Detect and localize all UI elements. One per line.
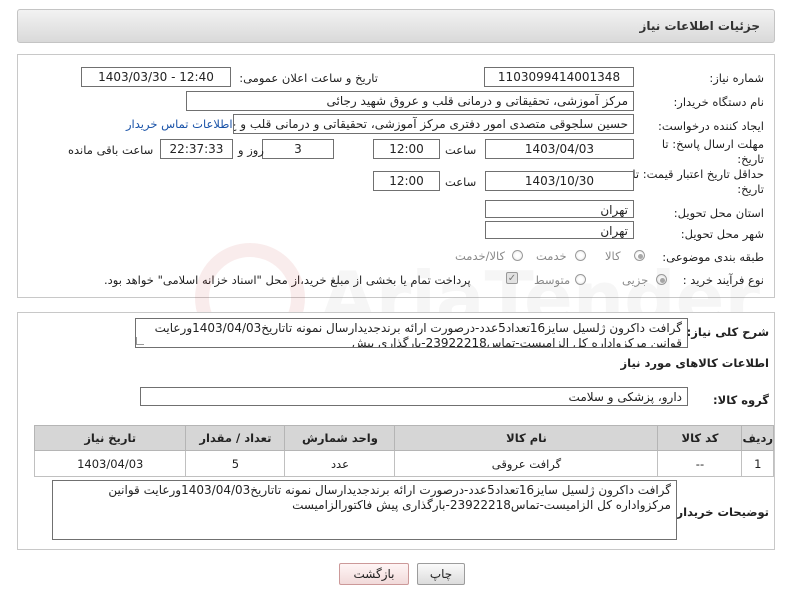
purchase-minor-radio[interactable] xyxy=(656,274,667,285)
city-label: شهر محل تحویل: xyxy=(680,227,764,241)
purchase-medium-label: متوسط xyxy=(534,273,571,287)
category-label: طبقه بندی موضوعی: xyxy=(662,250,764,264)
col-header-need-date: تاریخ نیاز xyxy=(33,425,187,451)
need-number-field[interactable]: 1103099414001348 xyxy=(484,67,634,87)
remaining-time-field[interactable]: 22:37:33 xyxy=(160,139,233,159)
goods-group-field[interactable]: دارو، پزشکی و سلامت xyxy=(140,387,688,406)
col-header-item-name: نام کالا xyxy=(394,425,659,451)
cell-quantity: 5 xyxy=(185,450,286,477)
cell-row-number: 1 xyxy=(741,450,774,477)
category-goods-label: کالا xyxy=(605,249,621,263)
deadline-days-label: روز و xyxy=(238,143,264,157)
buyer-notes-field[interactable]: گرافت داکرون ژلسیل سایز16تعداد5عدد-درصور… xyxy=(52,480,677,540)
creator-field[interactable]: حسین سلجوقی متصدی امور دفتری مرکز آموزشی… xyxy=(233,114,634,134)
remaining-time-label: ساعت باقی مانده xyxy=(68,143,154,157)
goods-group-label: گروه کالا: xyxy=(713,393,769,407)
validity-date-label: تاریخ: xyxy=(737,182,764,196)
page-header: جزئیات اطلاعات نیاز xyxy=(17,9,775,43)
buyer-notes-label: توضیحات خریدار: xyxy=(671,505,769,519)
category-service-label: خدمت xyxy=(536,249,567,263)
page-title: جزئیات اطلاعات نیاز xyxy=(639,19,760,33)
deadline-time-field[interactable]: 12:00 xyxy=(373,139,440,159)
announce-datetime-label: تاریخ و ساعت اعلان عمومی: xyxy=(239,71,378,85)
category-goods-radio[interactable] xyxy=(634,250,645,261)
buyer-contact-link[interactable]: اطلاعات تماس خریدار xyxy=(126,117,233,131)
treasury-payment-note: پرداخت تمام یا بخشی از مبلغ خرید،از محل … xyxy=(104,273,471,287)
buyer-org-field[interactable]: مرکز آموزشی، تحقیقاتی و درمانی قلب و عرو… xyxy=(186,91,634,111)
cell-item-name: گرافت عروقی xyxy=(394,450,659,477)
cell-unit: عدد xyxy=(284,450,396,477)
announce-datetime-field[interactable]: 1403/03/30 - 12:40 xyxy=(81,67,231,87)
col-header-row-number: ردیف xyxy=(741,425,774,451)
cell-need-date: 1403/04/03 xyxy=(33,450,187,477)
goods-table-header-row: ردیف کد کالا نام کالا واحد شمارش تعداد /… xyxy=(33,425,774,451)
treasury-payment-checkbox[interactable]: ✓ xyxy=(506,272,518,284)
province-label: استان محل تحویل: xyxy=(673,206,764,220)
goods-table: ردیف کد کالا نام کالا واحد شمارش تعداد /… xyxy=(33,425,774,477)
creator-label: ایجاد کننده درخواست: xyxy=(658,119,764,133)
back-button[interactable]: بازگشت xyxy=(339,563,409,585)
summary-field[interactable]: گرافت داکرون ژلسیل سایز16تعداد5عدد-درصور… xyxy=(135,318,688,348)
category-both-radio[interactable] xyxy=(512,250,523,261)
col-header-item-code: کد کالا xyxy=(657,425,743,451)
cell-item-code: -- xyxy=(657,450,743,477)
goods-section-title: اطلاعات کالاهای مورد نیاز xyxy=(620,356,769,370)
province-field[interactable]: تهران xyxy=(485,200,634,218)
resize-grip-icon[interactable] xyxy=(136,337,144,345)
category-both-label: کالا/خدمت xyxy=(455,249,506,263)
purchase-medium-radio[interactable] xyxy=(575,274,586,285)
validity-label: حداقل تاریخ اعتبار قیمت: تا xyxy=(632,167,764,181)
deadline-days-field[interactable]: 3 xyxy=(262,139,334,159)
validity-date-field[interactable]: 1403/10/30 xyxy=(485,171,634,191)
purchase-type-label: نوع فرآیند خرید : xyxy=(682,273,764,287)
validity-time-field[interactable]: 12:00 xyxy=(373,171,440,191)
deadline-time-label: ساعت xyxy=(445,143,477,157)
print-button[interactable]: چاپ xyxy=(417,563,465,585)
purchase-minor-label: جزیی xyxy=(622,273,649,287)
category-service-radio[interactable] xyxy=(575,250,586,261)
col-header-quantity: تعداد / مقدار xyxy=(185,425,286,451)
table-row[interactable]: 1 -- گرافت عروقی عدد 5 1403/04/03 xyxy=(33,450,774,477)
deadline-date-label: تاریخ: xyxy=(737,152,764,166)
validity-time-label: ساعت xyxy=(445,175,477,189)
summary-label: شرح کلی نیاز: xyxy=(686,325,769,339)
col-header-unit: واحد شمارش xyxy=(284,425,396,451)
need-number-label: شماره نیاز: xyxy=(709,71,764,85)
deadline-date-field[interactable]: 1403/04/03 xyxy=(485,139,634,159)
buyer-org-label: نام دستگاه خریدار: xyxy=(673,95,764,109)
deadline-label: مهلت ارسال پاسخ: تا xyxy=(661,137,764,151)
city-field[interactable]: تهران xyxy=(485,221,634,239)
